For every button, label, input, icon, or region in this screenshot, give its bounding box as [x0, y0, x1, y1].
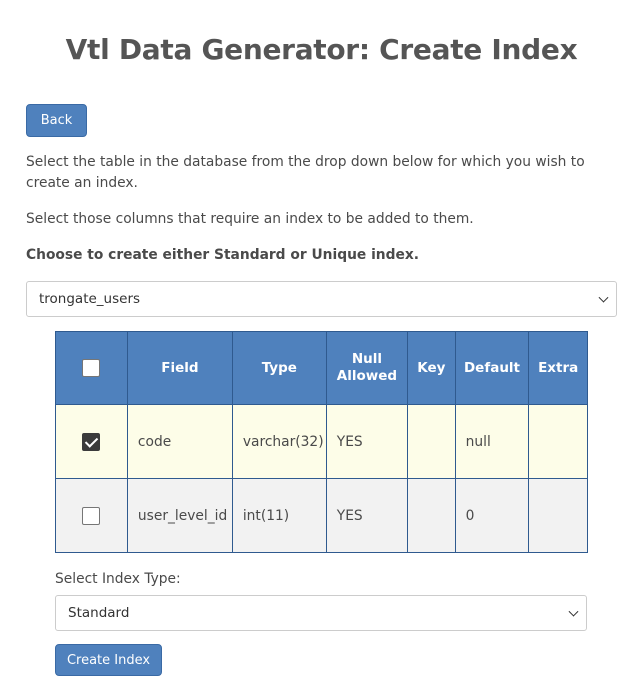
back-button[interactable]: Back [26, 104, 87, 137]
chevron-down-icon [598, 292, 609, 303]
cell-key [407, 404, 456, 479]
header-type: Type [231, 331, 327, 405]
row-checkbox[interactable] [82, 432, 101, 451]
index-type-select[interactable]: Standard [55, 595, 587, 631]
header-default: Default [454, 331, 530, 405]
columns-table: Field Type Null Allowed Key Default Extr… [55, 331, 588, 553]
row-checkbox[interactable] [82, 506, 101, 525]
header-null-allowed: Null Allowed [325, 331, 409, 405]
select-all-checkbox[interactable] [82, 359, 101, 377]
instruction-select-columns: Select those columns that require an ind… [26, 211, 474, 227]
cell-field: user_level_id [126, 478, 233, 553]
row-checkbox-cell [55, 404, 128, 479]
instruction-select-table: Select the table in the database from th… [26, 154, 585, 191]
table-header-row: Field Type Null Allowed Key Default Extr… [55, 331, 588, 405]
cell-null-allowed: YES [325, 404, 409, 479]
row-checkbox-cell [55, 478, 128, 553]
table-select-value: trongate_users [39, 291, 141, 307]
index-type-value: Standard [68, 605, 130, 621]
header-field: Field [126, 331, 233, 405]
cell-extra [528, 404, 588, 479]
table-row: user_level_id int(11) YES 0 [55, 478, 588, 553]
cell-extra [528, 478, 588, 553]
cell-default: null [454, 404, 530, 479]
chevron-down-icon [568, 606, 579, 617]
create-index-button[interactable]: Create Index [55, 644, 162, 676]
cell-type: varchar(32) [231, 404, 327, 479]
header-checkbox-cell [55, 331, 128, 405]
page-title: Vtl Data Generator: Create Index [65, 33, 578, 66]
header-extra: Extra [528, 331, 588, 405]
cell-type: int(11) [231, 478, 327, 553]
instruction-index-type: Choose to create either Standard or Uniq… [26, 247, 419, 263]
cell-default: 0 [454, 478, 530, 553]
table-select[interactable]: trongate_users [26, 281, 617, 317]
cell-null-allowed: YES [325, 478, 409, 553]
header-key: Key [407, 331, 456, 405]
index-type-label: Select Index Type: [55, 571, 181, 587]
cell-field: code [126, 404, 233, 479]
cell-key [407, 478, 456, 553]
table-row: code varchar(32) YES null [55, 404, 588, 479]
